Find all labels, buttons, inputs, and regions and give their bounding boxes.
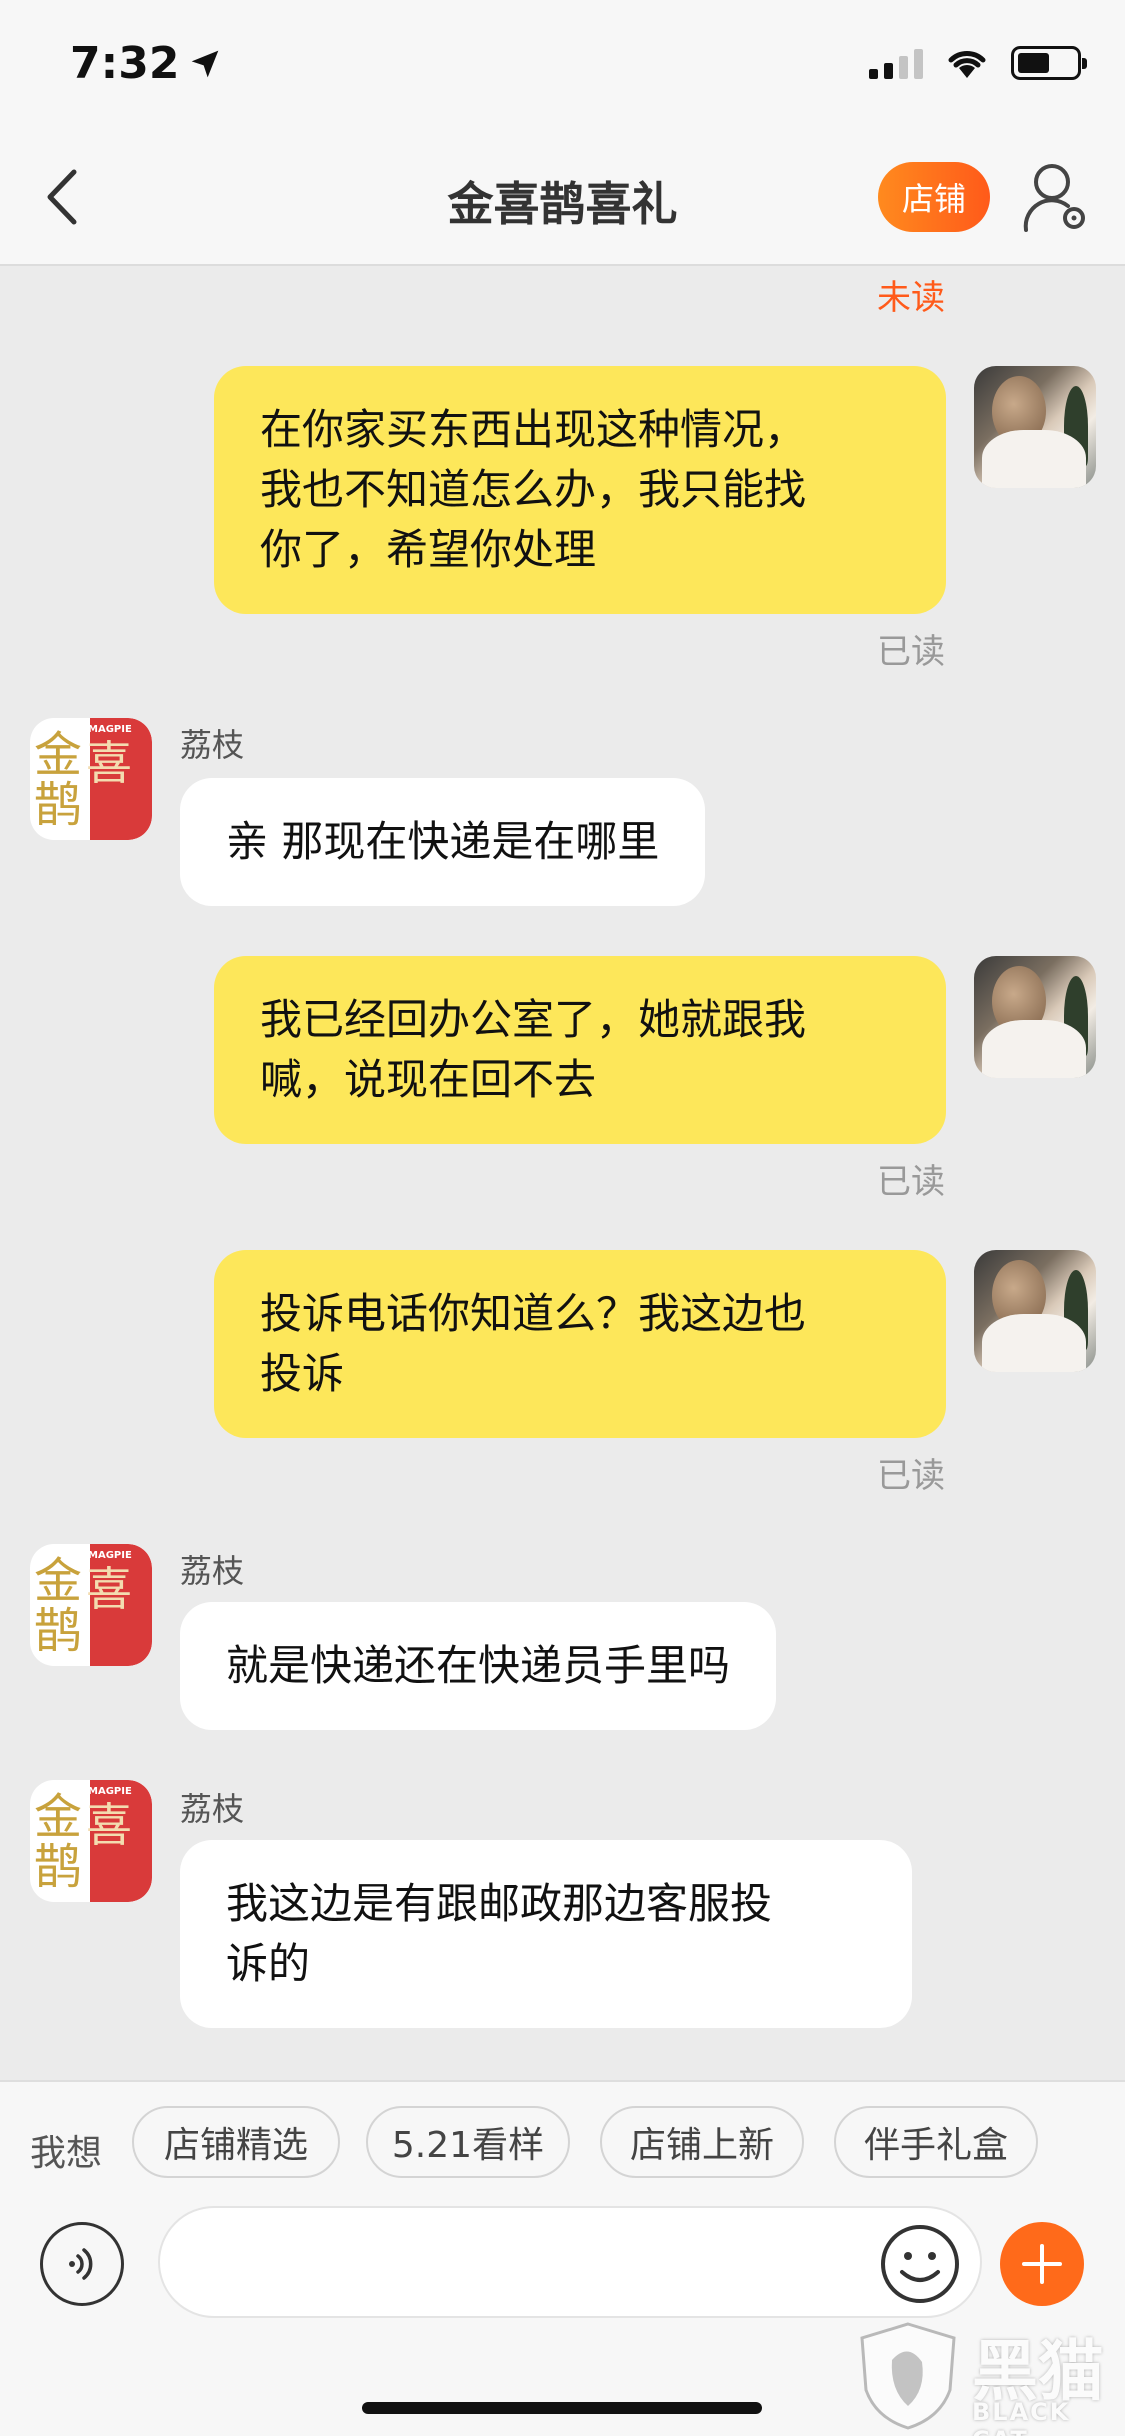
message-bubble[interactable]: 就是快递还在快递员手里吗 <box>180 1602 777 1730</box>
shop-logo-text: 金鹊 <box>34 1553 83 1659</box>
my-avatar[interactable] <box>974 956 1096 1078</box>
black-cat-logo-icon <box>860 2322 956 2430</box>
shop-logo-tag: MAGPIE <box>88 724 132 735</box>
shop-logo-text: 金鹊 <box>34 727 83 833</box>
top-bar: 7:32 金喜鹊喜礼 店铺 <box>0 0 1125 266</box>
quick-reply-chip[interactable]: 店铺精选 <box>132 2106 340 2178</box>
more-button[interactable] <box>1000 2222 1084 2306</box>
shop-logo-tag: MAGPIE <box>88 1786 132 1797</box>
location-arrow-icon <box>192 50 219 77</box>
shop-button[interactable]: 店铺 <box>878 162 990 232</box>
message-bubble[interactable]: 我这边是有跟邮政那边客服投 诉的 <box>180 1840 912 2028</box>
message-bubble[interactable]: 投诉电话你知道么？我这边也 投诉 <box>214 1250 946 1438</box>
wifi-icon <box>948 51 986 78</box>
my-avatar[interactable] <box>974 1250 1096 1372</box>
cellular-signal-icon <box>869 47 923 79</box>
status-time: 7:32 <box>70 38 221 89</box>
my-avatar[interactable] <box>974 366 1096 488</box>
sender-name: 荔枝 <box>180 1552 245 1590</box>
plus-icon <box>1022 2244 1062 2284</box>
watermark-en: BLACK CAT <box>972 2398 1071 2436</box>
message-bubble[interactable]: 我已经回办公室了，她就跟我 喊，说现在回不去 <box>214 956 946 1144</box>
shop-logo-text-right: 喜 <box>86 736 132 790</box>
quick-reply-label: 我想 <box>30 2133 103 2174</box>
read-receipt: 已读 <box>877 1456 945 1496</box>
voice-input-button[interactable] <box>40 2222 124 2306</box>
emoji-icon[interactable] <box>878 2222 962 2306</box>
message-bubble[interactable]: 亲 那现在快递是在哪里 <box>180 778 706 906</box>
status-icons <box>869 46 1087 80</box>
quick-reply-chip[interactable]: 5.21看样 <box>366 2106 570 2178</box>
sender-name: 荔枝 <box>180 726 245 764</box>
message-input[interactable] <box>158 2206 982 2318</box>
read-receipt: 已读 <box>877 1162 945 1202</box>
unread-status: 未读 <box>877 278 945 318</box>
sender-name: 荔枝 <box>180 1790 245 1828</box>
shop-logo-text-right: 喜 <box>86 1562 132 1616</box>
read-receipt: 已读 <box>877 632 945 672</box>
watermark: 黑猫 BLACK CAT <box>852 2318 1122 2436</box>
quick-reply-chip[interactable]: 伴手礼盒 <box>834 2106 1038 2178</box>
home-indicator <box>362 2402 762 2414</box>
quick-reply-chip[interactable]: 店铺上新 <box>600 2106 804 2178</box>
shop-avatar[interactable]: 金鹊 喜 MAGPIE <box>30 1544 152 1666</box>
shop-logo-text: 金鹊 <box>34 1789 83 1895</box>
status-time-text: 7:32 <box>70 38 180 89</box>
shop-logo-tag: MAGPIE <box>88 1550 132 1561</box>
battery-icon <box>1011 46 1087 80</box>
shop-avatar[interactable]: 金鹊 喜 MAGPIE <box>30 718 152 840</box>
voice-icon <box>69 2248 93 2280</box>
shop-avatar[interactable]: 金鹊 喜 MAGPIE <box>30 1780 152 1902</box>
user-settings-icon[interactable] <box>1022 160 1090 236</box>
message-bubble[interactable]: 在你家买东西出现这种情况， 我也不知道怎么办，我只能找 你了，希望你处理 <box>214 366 946 614</box>
shop-logo-text-right: 喜 <box>86 1798 132 1852</box>
